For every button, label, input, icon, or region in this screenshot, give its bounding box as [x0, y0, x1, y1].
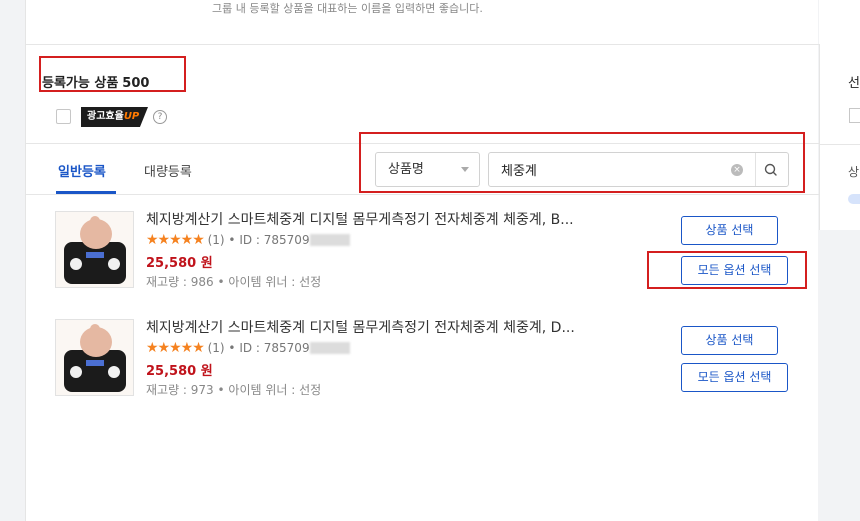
rating-count: (1): [207, 341, 225, 355]
right-panel-label: 상: [848, 165, 860, 179]
help-icon[interactable]: ?: [153, 110, 167, 124]
product-title[interactable]: 체지방계산기 스마트체중계 디지털 몸무게측정기 전자체중계 체중계, B...: [146, 209, 666, 229]
rating-count: (1): [207, 233, 225, 247]
divider: [755, 153, 756, 186]
right-panel-top: [819, 0, 860, 44]
search-input[interactable]: [489, 153, 719, 186]
search-field-select[interactable]: 상품명: [375, 152, 480, 187]
count-highlight-box: [39, 56, 186, 92]
select-all-options-highlight: [647, 251, 807, 289]
right-panel: 선 상: [819, 44, 860, 230]
divider: [26, 44, 819, 45]
ad-badge-up: UP: [123, 111, 140, 122]
right-panel-toggle[interactable]: [848, 194, 860, 204]
select-product-button[interactable]: 상품 선택: [681, 326, 778, 355]
tab-general-registration[interactable]: 일반등록: [58, 161, 106, 180]
blurred-id: [309, 234, 350, 246]
product-id: • ID : 785709: [228, 341, 310, 355]
ad-efficiency-checkbox[interactable]: [56, 109, 71, 124]
right-panel-checkbox[interactable]: [849, 108, 860, 123]
product-price: 25,580 원: [146, 364, 213, 379]
chevron-down-icon: [461, 167, 469, 172]
product-thumbnail: [55, 319, 134, 396]
search-icon[interactable]: [761, 162, 781, 178]
divider: [820, 144, 860, 145]
product-stock: 재고량 : 973 • 아이템 위너 : 선정: [146, 383, 322, 397]
star-rating-icon: ★★★★★: [146, 340, 205, 356]
tab-bulk-registration[interactable]: 대량등록: [144, 161, 192, 180]
search-field-select-value: 상품명: [388, 162, 424, 177]
product-rating: ★★★★★ (1) • ID : 785709: [146, 340, 350, 356]
product-price: 25,580 원: [146, 256, 213, 271]
select-product-button[interactable]: 상품 선택: [681, 216, 778, 245]
blurred-id: [309, 342, 350, 354]
product-select-panel: 그룹 내 등록할 상품을 대표하는 이름을 입력하면 좋습니다. 등록가능 상품…: [25, 0, 819, 521]
product-title[interactable]: 체지방계산기 스마트체중계 디지털 몸무게측정기 전자체중계 체중계, D...: [146, 317, 666, 337]
select-all-options-button[interactable]: 모든 옵션 선택: [681, 363, 788, 392]
star-rating-icon: ★★★★★: [146, 232, 205, 248]
ad-badge-text: 광고효율: [87, 111, 124, 122]
product-rating: ★★★★★ (1) • ID : 785709: [146, 232, 350, 248]
group-name-hint: 그룹 내 등록할 상품을 대표하는 이름을 입력하면 좋습니다.: [212, 2, 483, 15]
search-box: ×: [488, 152, 789, 187]
right-panel-title: 선: [848, 76, 860, 91]
clear-icon[interactable]: ×: [731, 164, 743, 176]
product-thumbnail: [55, 211, 134, 288]
ad-efficiency-badge: 광고효율UP: [81, 107, 148, 127]
product-id: • ID : 785709: [228, 233, 310, 247]
product-stock: 재고량 : 986 • 아이템 위너 : 선정: [146, 275, 322, 289]
product-row: 체지방계산기 스마트체중계 디지털 몸무게측정기 전자체중계 체중계, D...…: [26, 303, 819, 403]
